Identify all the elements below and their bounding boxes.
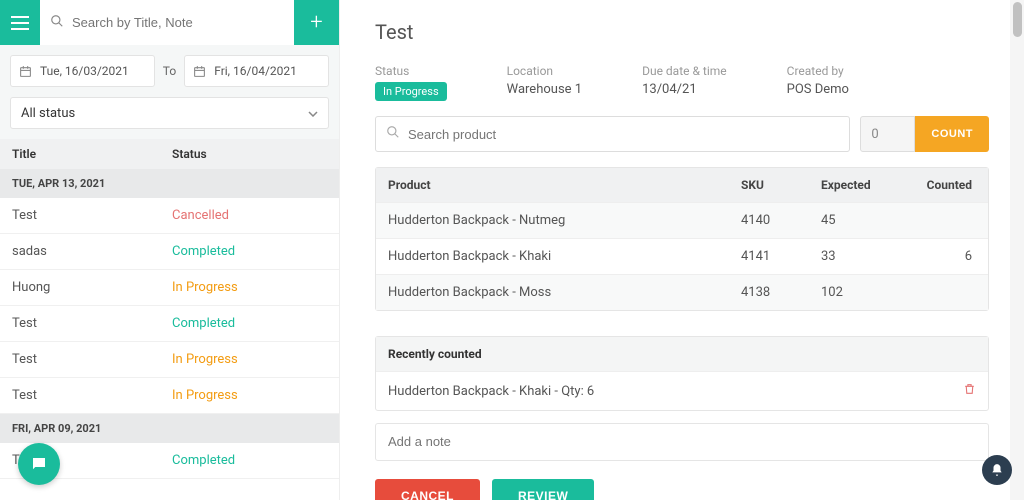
meta-location-label: Location [507,64,582,78]
scroll-thumb[interactable] [1013,2,1022,37]
list-item-status: Completed [172,316,327,331]
calendar-icon [193,65,206,78]
cancel-button[interactable]: CANCEL [375,479,480,500]
meta-created-label: Created by [787,64,849,78]
note-box[interactable] [375,423,989,461]
notifications-fab[interactable] [982,455,1012,485]
trash-icon[interactable] [963,382,976,400]
chat-fab[interactable] [18,443,60,485]
list-item-status: Completed [172,453,327,468]
meta-due-label: Due date & time [642,64,727,78]
plus-icon: + [310,10,322,35]
menu-button[interactable] [0,0,40,45]
table-row[interactable]: Hudderton Backpack - Moss4138102 [376,274,988,310]
meta-created-value: POS Demo [787,82,849,97]
list-item-status: Cancelled [172,208,327,223]
list-item-status: In Progress [172,352,327,367]
list-header: Title Status [0,139,339,169]
col-header-status: Status [172,147,207,161]
recent-item: Hudderton Backpack - Khaki - Qty: 6 [376,371,988,410]
status-filter-value: All status [21,106,75,121]
add-button[interactable]: + [294,0,339,45]
list-item-status: In Progress [172,280,327,295]
qty-input[interactable]: 0 [860,116,915,152]
th-counted: Counted [911,178,976,192]
list-item[interactable]: sadasCompleted [0,234,339,270]
status-badge: In Progress [375,82,447,101]
product-table: Product SKU Expected Counted Hudderton B… [375,167,989,311]
list-item-status: In Progress [172,388,327,403]
list-item-title: Test [12,316,172,331]
td-counted [911,285,976,300]
chevron-down-icon [308,106,318,121]
list-item-title: Test [12,208,172,223]
count-button[interactable]: COUNT [915,116,989,152]
th-product: Product [388,178,741,192]
list-item[interactable]: TestIn Progress [0,378,339,414]
list-item-title: sadas [12,244,172,259]
page-title: Test [375,20,989,44]
recent-item-text: Hudderton Backpack - Khaki - Qty: 6 [388,384,594,399]
search-icon [386,125,400,143]
hamburger-icon [11,16,29,30]
list-group-header: FRI, APR 09, 2021 [0,414,339,443]
td-counted: 6 [911,249,976,264]
recent-header: Recently counted [376,337,988,371]
td-expected: 102 [821,285,911,300]
th-sku: SKU [741,178,821,192]
list-item-title: Huong [12,280,172,295]
chat-icon [30,455,48,473]
td-sku: 4138 [741,285,821,300]
search-product-wrap[interactable] [375,116,850,152]
date-from-input[interactable]: Tue, 16/03/2021 [10,55,155,87]
td-product: Hudderton Backpack - Moss [388,285,741,300]
note-input[interactable] [388,434,976,449]
date-to-label: To [163,64,176,78]
calendar-icon [19,65,32,78]
date-from-value: Tue, 16/03/2021 [40,64,129,78]
td-product: Hudderton Backpack - Khaki [388,249,741,264]
list-item-title: Test [12,352,172,367]
search-product-input[interactable] [386,127,839,142]
list-item[interactable]: TestCompleted [0,306,339,342]
meta-location-value: Warehouse 1 [507,82,582,97]
search-icon [50,14,64,32]
th-expected: Expected [821,178,911,192]
td-expected: 33 [821,249,911,264]
search-input-wrap[interactable] [40,0,294,45]
review-button[interactable]: REVIEW [492,479,594,500]
date-to-input[interactable]: Fri, 16/04/2021 [184,55,329,87]
td-sku: 4140 [741,213,821,228]
date-to-value: Fri, 16/04/2021 [214,64,297,78]
list-item-title: Test [12,388,172,403]
table-row[interactable]: Hudderton Backpack - Nutmeg414045 [376,202,988,238]
status-filter-select[interactable]: All status [10,97,329,129]
list-group-header: TUE, APR 13, 2021 [0,169,339,198]
meta-due-value: 13/04/21 [642,82,727,97]
list-item[interactable]: HuongIn Progress [0,270,339,306]
list-item-status: Completed [172,244,327,259]
scrollbar[interactable] [1010,0,1024,500]
table-row[interactable]: Hudderton Backpack - Khaki4141336 [376,238,988,274]
col-header-title: Title [12,147,172,161]
list-item[interactable]: TestCancelled [0,198,339,234]
recent-counted-box: Recently counted Hudderton Backpack - Kh… [375,336,989,411]
td-expected: 45 [821,213,911,228]
search-input[interactable] [50,15,284,30]
td-product: Hudderton Backpack - Nutmeg [388,213,741,228]
td-sku: 4141 [741,249,821,264]
list-item[interactable]: TestIn Progress [0,342,339,378]
meta-status-label: Status [375,64,447,78]
bell-icon [990,463,1004,477]
td-counted [911,213,976,228]
